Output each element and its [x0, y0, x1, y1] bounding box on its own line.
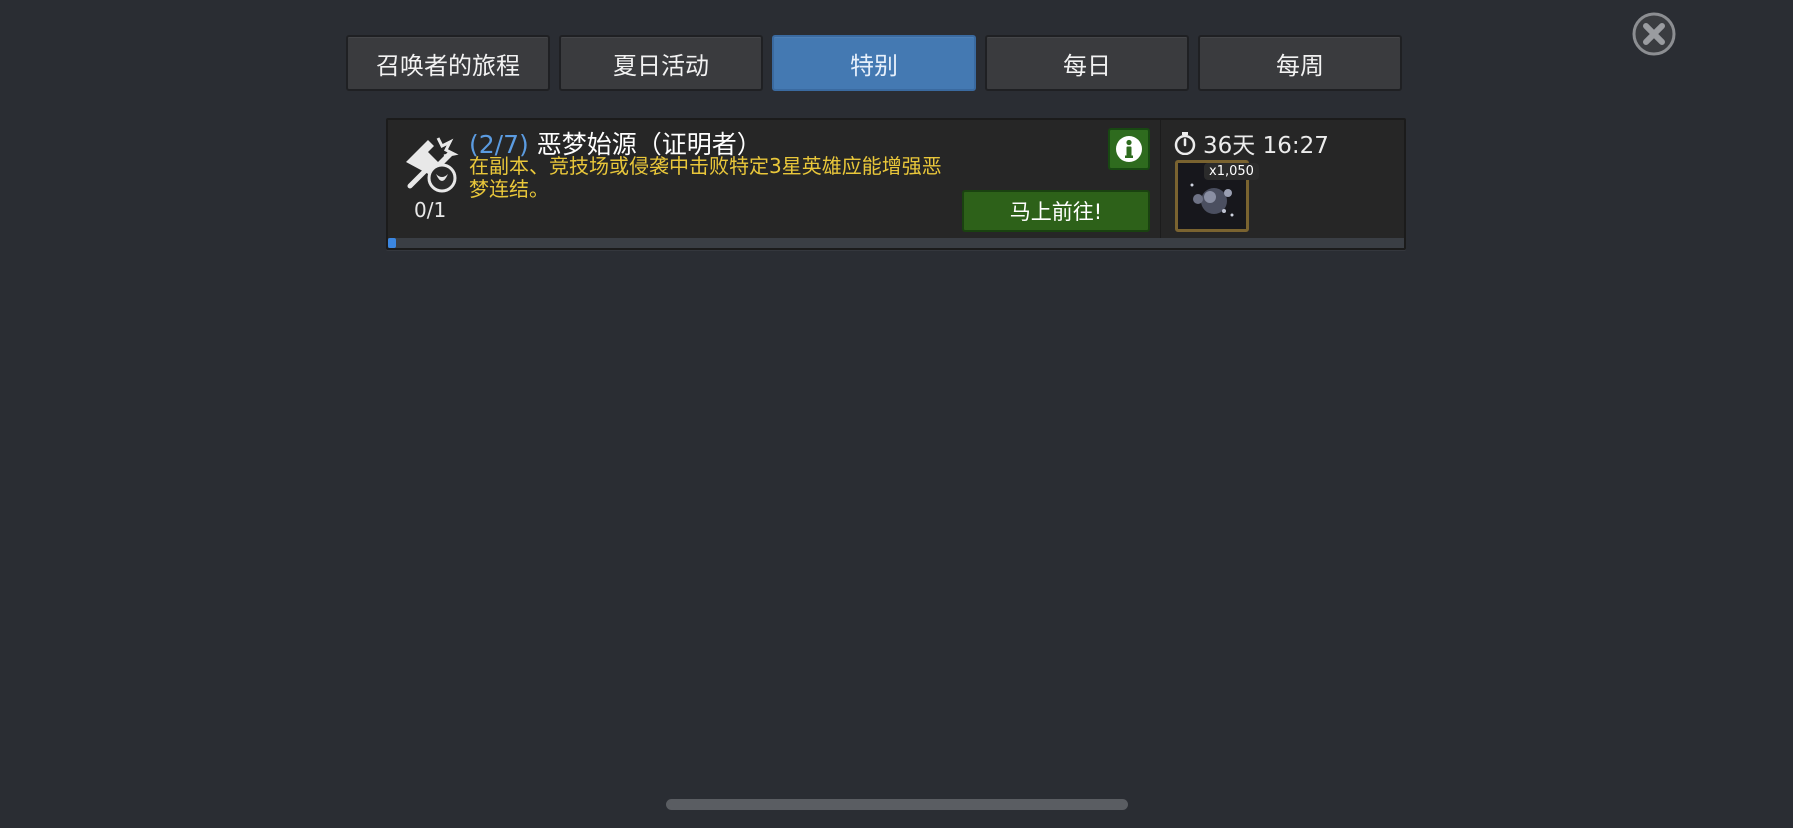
close-icon: [1632, 12, 1676, 56]
quest-type-icon: [398, 132, 460, 194]
quest-count: 0/1: [414, 198, 447, 222]
go-now-button[interactable]: 马上前往!: [962, 190, 1150, 232]
quest-timer: 36天 16:27: [1173, 126, 1329, 160]
tab-daily[interactable]: 每日: [985, 35, 1189, 91]
stopwatch-icon: [1174, 132, 1196, 155]
quest-description: 在副本、竞技场或侵袭中击败特定3星英雄应能增强恶梦连结。: [469, 154, 942, 201]
info-icon: [1116, 136, 1142, 162]
quest-card: 0/1 (2/7) 恶梦始源（证明者） 在副本、竞技场或侵袭中击败特定3星英雄应…: [386, 118, 1406, 250]
tab-special[interactable]: 特别: [772, 35, 976, 91]
tab-bar: 召唤者的旅程 夏日活动 特别 每日 每周: [346, 35, 1402, 91]
reward-quantity: x1,050: [1204, 163, 1259, 180]
reward-area: 36天 16:27 x1,050: [1160, 120, 1407, 238]
tab-summoners-journey[interactable]: 召唤者的旅程: [346, 35, 550, 91]
tab-weekly[interactable]: 每周: [1198, 35, 1402, 91]
timer-text: 36天 16:27: [1203, 133, 1329, 159]
close-button[interactable]: [1632, 12, 1676, 56]
quest-progress-fill: [388, 238, 396, 248]
info-button[interactable]: [1108, 128, 1150, 170]
reward-item[interactable]: x1,050: [1175, 160, 1259, 232]
quest-progress-bar: [388, 238, 1404, 248]
tab-summer-event[interactable]: 夏日活动: [559, 35, 763, 91]
home-indicator[interactable]: [666, 799, 1128, 810]
